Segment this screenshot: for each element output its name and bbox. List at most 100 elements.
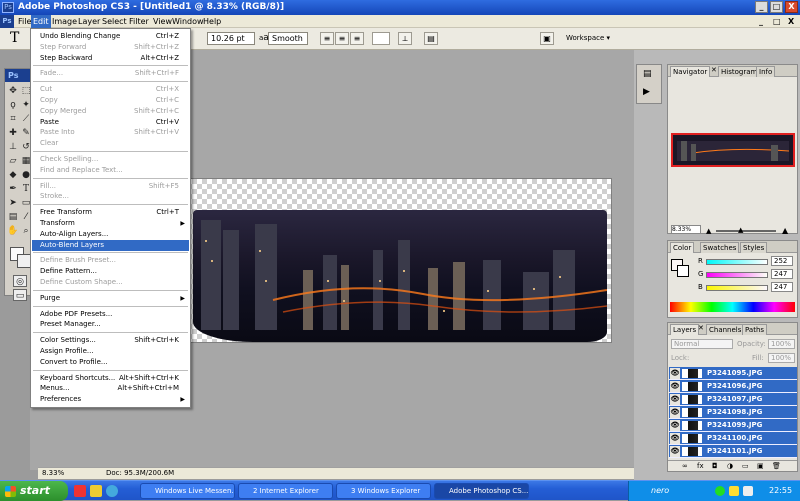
zoom-in-icon[interactable]: ▲ <box>782 226 788 235</box>
visibility-eye-icon[interactable]: 👁 <box>670 394 680 405</box>
antialias-select[interactable]: Smooth <box>268 32 308 45</box>
color-ramp[interactable] <box>670 302 795 312</box>
edit-menu-item-color-settings[interactable]: Color Settings... Shift+Ctrl+K <box>32 335 189 346</box>
brush-panel-icon[interactable]: ▤ <box>643 69 652 79</box>
menu-select[interactable]: Select <box>100 15 129 28</box>
menu-edit[interactable]: Edit <box>31 15 51 28</box>
edit-menu-item-define-pattern[interactable]: Define Pattern... <box>32 266 189 277</box>
align-center-icon[interactable]: ≡ <box>335 32 349 45</box>
edit-menu-item-undo-blending-change[interactable]: Undo Blending Change Ctrl+Z <box>32 31 189 42</box>
channel-b-value[interactable]: 247 <box>771 282 793 292</box>
zoom-out-icon[interactable]: ▲ <box>706 227 711 235</box>
edit-menu-item-convert-to-profile[interactable]: Convert to Profile... <box>32 357 189 368</box>
screen-mode-icon[interactable]: ▭ <box>13 289 27 301</box>
edit-menu-item-menus[interactable]: Menus... Alt+Shift+Ctrl+M <box>32 383 189 394</box>
tab-navigator[interactable]: Navigator <box>670 66 711 77</box>
channel-b-slider[interactable] <box>706 285 768 291</box>
tab-color[interactable]: Color <box>670 242 695 253</box>
task-windows-live-messenger[interactable]: Windows Live Messen... <box>140 483 235 499</box>
ps-menu-icon[interactable]: Ps <box>0 15 14 28</box>
close-layers-tab-icon[interactable]: ✕ <box>698 324 704 332</box>
navigator-zoom-slider[interactable] <box>716 230 776 232</box>
warp-text-icon[interactable]: ⟂ <box>398 32 412 45</box>
actions-panel-icon[interactable]: ▶ <box>643 87 650 97</box>
close-button[interactable]: X <box>785 1 798 13</box>
visibility-eye-icon[interactable]: 👁 <box>670 446 680 457</box>
path-selection-icon[interactable]: ➤ <box>7 197 19 209</box>
hand-tool-icon[interactable]: ✋ <box>7 225 19 237</box>
menu-filter[interactable]: Filter <box>127 15 151 28</box>
move-tool-icon[interactable]: ✥ <box>7 85 19 97</box>
doc-minimize-button[interactable]: _ <box>757 15 765 28</box>
edit-menu-item-keyboard-shortcuts[interactable]: Keyboard Shortcuts... Alt+Shift+Ctrl+K <box>32 373 189 384</box>
layer-row[interactable]: 👁 P3241101.JPG <box>669 445 797 458</box>
minimize-button[interactable]: _ <box>755 1 768 13</box>
font-size-field[interactable]: 10.26 pt <box>207 32 255 45</box>
visibility-eye-icon[interactable]: 👁 <box>670 407 680 418</box>
clone-stamp-icon[interactable]: ⊥ <box>7 141 19 153</box>
channel-r-slider[interactable] <box>706 259 768 265</box>
group-icon[interactable]: ▭ <box>742 462 749 470</box>
quick-mask-icon[interactable]: ◎ <box>13 275 27 287</box>
tray-volume-icon[interactable] <box>743 486 753 496</box>
quicklaunch-folder-icon[interactable] <box>90 485 102 497</box>
pen-tool-icon[interactable]: ✒ <box>7 183 19 195</box>
edit-menu-item-auto-blend-layers[interactable]: Auto-Blend Layers <box>32 239 189 251</box>
maximize-button[interactable]: □ <box>770 1 783 13</box>
channel-r-value[interactable]: 252 <box>771 256 793 266</box>
task-internet-explorer[interactable]: 2 Internet Explorer <box>238 483 333 499</box>
doc-close-button[interactable]: X <box>786 15 796 28</box>
adjustment-icon[interactable]: ◑ <box>727 462 733 470</box>
trash-icon[interactable]: 🗑 <box>772 462 781 470</box>
channel-g-value[interactable]: 247 <box>771 269 793 279</box>
channel-g-slider[interactable] <box>706 272 768 278</box>
menu-layer[interactable]: Layer <box>76 15 102 28</box>
menu-image[interactable]: Image <box>50 15 79 28</box>
layer-row[interactable]: 👁 P3241097.JPG <box>669 393 797 406</box>
eraser-tool-icon[interactable]: ▱ <box>7 155 19 167</box>
notes-tool-icon[interactable]: ▤ <box>7 211 19 223</box>
blend-mode-select[interactable]: Normal <box>671 339 733 349</box>
doc-restore-button[interactable]: □ <box>771 15 783 28</box>
layer-row[interactable]: 👁 P3241098.JPG <box>669 406 797 419</box>
align-right-icon[interactable]: ≡ <box>350 32 364 45</box>
tab-paths[interactable]: Paths <box>742 324 768 335</box>
edit-menu-item-free-transform[interactable]: Free Transform Ctrl+T <box>32 207 189 218</box>
background-color-swatch[interactable] <box>17 254 31 268</box>
doc-size[interactable]: Doc: 95.3M/200.6M <box>106 468 174 479</box>
crop-tool-icon[interactable]: ⌗ <box>7 113 19 125</box>
edit-menu-item-preset-manager[interactable]: Preset Manager... <box>32 319 189 330</box>
fill-field[interactable]: 100% <box>768 353 795 363</box>
link-icon[interactable]: ∞ <box>682 462 688 470</box>
edit-menu-item-purge[interactable]: Purge ▶ <box>32 293 189 304</box>
visibility-eye-icon[interactable]: 👁 <box>670 368 680 379</box>
edit-menu-item-auto-align-layers[interactable]: Auto-Align Layers... <box>32 229 189 240</box>
document-canvas[interactable] <box>186 178 612 343</box>
type-tool-icon[interactable]: T <box>10 30 19 46</box>
layer-row[interactable]: 👁 P3241095.JPG <box>669 367 797 380</box>
menu-help[interactable]: Help <box>201 15 223 28</box>
tab-info[interactable]: Info <box>756 66 776 77</box>
fx-icon[interactable]: fx <box>697 462 704 470</box>
new-layer-icon[interactable]: ▣ <box>757 462 764 470</box>
edit-menu-item-step-backward[interactable]: Step Backward Alt+Ctrl+Z <box>32 53 189 64</box>
edit-menu-item-transform[interactable]: Transform ▶ <box>32 218 189 229</box>
edit-menu-item-adobe-pdf-presets[interactable]: Adobe PDF Presets... <box>32 309 189 320</box>
blur-tool-icon[interactable]: ◆ <box>7 169 19 181</box>
lasso-tool-icon[interactable]: ϙ <box>7 99 19 111</box>
palettes-icon[interactable]: ▤ <box>424 32 438 45</box>
layer-row[interactable]: 👁 P3241100.JPG <box>669 432 797 445</box>
navigator-slider-thumb[interactable]: ▲ <box>738 226 743 234</box>
tray-network-icon[interactable] <box>729 486 739 496</box>
tab-styles[interactable]: Styles <box>740 242 768 253</box>
mask-icon[interactable]: ◘ <box>712 462 718 470</box>
align-left-icon[interactable]: ≡ <box>320 32 334 45</box>
navigator-zoom-field[interactable]: 8.33% <box>671 225 701 234</box>
navigator-preview[interactable] <box>671 133 795 167</box>
workspace-icon[interactable]: ▣ <box>540 32 554 45</box>
quicklaunch-ie-icon[interactable] <box>106 485 118 497</box>
task-photoshop[interactable]: Adobe Photoshop CS... <box>434 483 529 499</box>
close-tab-icon[interactable]: ✕ <box>711 66 717 74</box>
tray-messenger-icon[interactable] <box>715 486 725 496</box>
visibility-eye-icon[interactable]: 👁 <box>670 381 680 392</box>
